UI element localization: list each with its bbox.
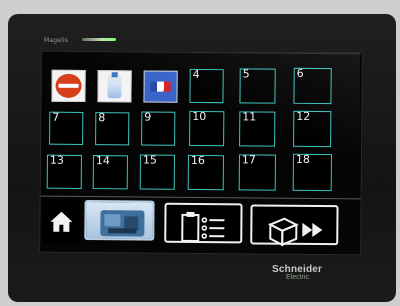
- recipe-list-button[interactable]: [164, 202, 243, 244]
- grid-cell-18[interactable]: 18: [292, 152, 332, 192]
- cell-number: 5: [242, 67, 250, 81]
- machine-view-button[interactable]: [84, 199, 155, 241]
- cell-number: 11: [242, 110, 257, 124]
- cell-number: 7: [52, 110, 60, 124]
- cell-number: 13: [49, 153, 64, 167]
- status-led: [82, 38, 116, 41]
- cell-number: 6: [296, 66, 304, 80]
- grid-cell-12[interactable]: 12: [293, 109, 332, 148]
- clipboard-list-icon: [181, 211, 225, 242]
- cell-number: 10: [192, 109, 207, 124]
- grid-cell-11[interactable]: 11: [239, 110, 276, 147]
- grid-cell-3[interactable]: [143, 70, 178, 103]
- divider: [40, 195, 361, 200]
- cell-number: 12: [296, 109, 311, 123]
- cell-number: 17: [241, 153, 256, 167]
- stop-sign-icon: [55, 73, 82, 98]
- grid-cell-2[interactable]: [97, 70, 132, 103]
- cell-number: 18: [295, 152, 311, 166]
- grid-cell-6[interactable]: 6: [293, 66, 332, 105]
- home-icon: [50, 211, 73, 232]
- grid-cell-8[interactable]: 8: [95, 111, 130, 146]
- recipe-grid: 4 5 6 7 8 9 10 11 12 13 14 15 16 17 18: [41, 52, 362, 195]
- cell-number: 4: [192, 67, 200, 81]
- manufacturer-subname: Electric: [286, 274, 309, 281]
- grid-cell-13[interactable]: 13: [46, 153, 82, 189]
- output-forward-button[interactable]: [250, 204, 339, 247]
- manufacturer-logo: Schneider Electric: [272, 264, 362, 281]
- bottle-icon: [107, 72, 122, 99]
- grid-cell-10[interactable]: 10: [189, 109, 225, 147]
- cell-number: 8: [98, 111, 106, 125]
- cell-number: 16: [190, 153, 205, 168]
- cell-number: 15: [142, 153, 157, 167]
- grid-cell-16[interactable]: 16: [187, 153, 224, 191]
- navigation-bar: [40, 195, 361, 251]
- machine-icon: [100, 210, 145, 237]
- box-fast-forward-icon: [268, 217, 323, 247]
- grid-cell-4[interactable]: 4: [189, 67, 224, 104]
- grid-cell-7[interactable]: 7: [49, 110, 84, 145]
- grid-cell-17[interactable]: 17: [238, 153, 276, 191]
- grid-cell-9[interactable]: 9: [141, 110, 176, 146]
- cell-number: 14: [95, 154, 110, 168]
- cell-number: 9: [144, 110, 152, 124]
- flag-icon: [150, 81, 171, 92]
- grid-cell-1[interactable]: [51, 69, 86, 102]
- grid-cell-14[interactable]: 14: [92, 154, 128, 190]
- hmi-screen: 4 5 6 7 8 9 10 11 12 13 14 15 16 17 18: [39, 50, 363, 256]
- home-button[interactable]: [42, 199, 81, 244]
- grid-cell-5[interactable]: 5: [239, 67, 276, 104]
- grid-cell-15[interactable]: 15: [139, 153, 175, 190]
- brand-label: Magelis: [44, 37, 69, 44]
